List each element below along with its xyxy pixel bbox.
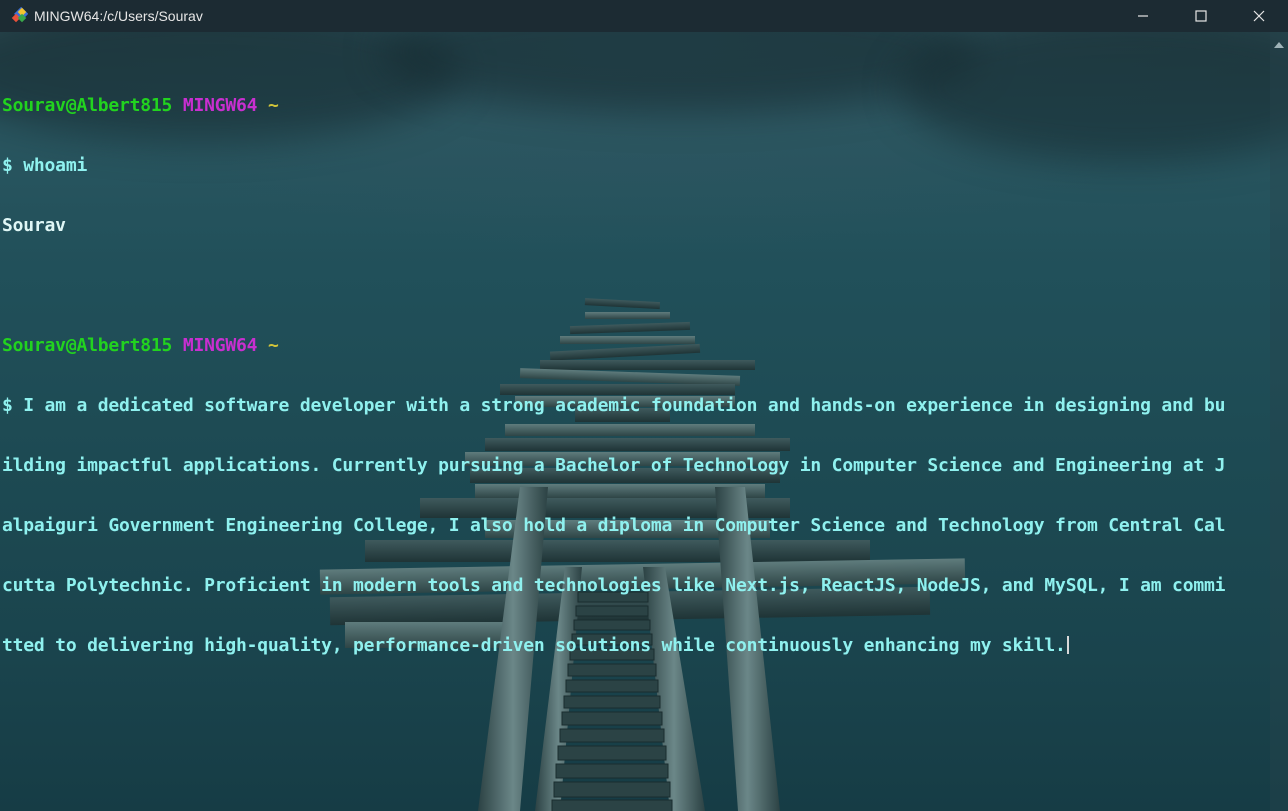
- command-line-text: tted to delivering high-quality, perform…: [2, 635, 1066, 656]
- prompt-line: Sourav@Albert815 MINGW64 ~: [2, 336, 1268, 356]
- command-line: ilding impactful applications. Currently…: [2, 455, 1226, 476]
- maximize-button[interactable]: [1172, 0, 1230, 32]
- prompt-user-host: Sourav@Albert815: [2, 95, 173, 116]
- minimize-icon: [1137, 10, 1149, 22]
- terminal-body[interactable]: Sourav@Albert815 MINGW64 ~ $ whoami Sour…: [0, 32, 1288, 811]
- command-line: cutta Polytechnic. Proficient in modern …: [2, 575, 1226, 596]
- close-button[interactable]: [1230, 0, 1288, 32]
- command-line-last[interactable]: tted to delivering high-quality, perform…: [2, 636, 1268, 656]
- title-bar[interactable]: MINGW64:/c/Users/Sourav: [0, 0, 1288, 32]
- prompt-env: MINGW64: [182, 335, 258, 356]
- window-title: MINGW64:/c/Users/Sourav: [34, 8, 203, 24]
- terminal-window: MINGW64:/c/Users/Sourav Sourav@Albert815…: [0, 0, 1288, 811]
- terminal-output: Sourav@Albert815 MINGW64 ~ $ whoami Sour…: [2, 56, 1268, 696]
- vertical-scrollbar[interactable]: [1270, 32, 1288, 811]
- output-line: Sourav: [2, 215, 66, 236]
- git-bash-icon: [10, 7, 28, 25]
- command-line: $ I am a dedicated software developer wi…: [2, 395, 1226, 416]
- window-controls: [1114, 0, 1288, 32]
- text-cursor: [1066, 636, 1069, 654]
- prompt-path: ~: [267, 335, 279, 356]
- command-line: $ whoami: [2, 155, 88, 176]
- prompt-line: Sourav@Albert815 MINGW64 ~: [2, 96, 1268, 116]
- close-icon: [1253, 10, 1265, 22]
- maximize-icon: [1195, 10, 1207, 22]
- prompt-user-host: Sourav@Albert815: [2, 335, 173, 356]
- prompt-path: ~: [267, 95, 279, 116]
- scroll-up-icon[interactable]: [1274, 42, 1284, 48]
- command-line: alpaiguri Government Engineering College…: [2, 515, 1226, 536]
- prompt-env: MINGW64: [182, 95, 258, 116]
- minimize-button[interactable]: [1114, 0, 1172, 32]
